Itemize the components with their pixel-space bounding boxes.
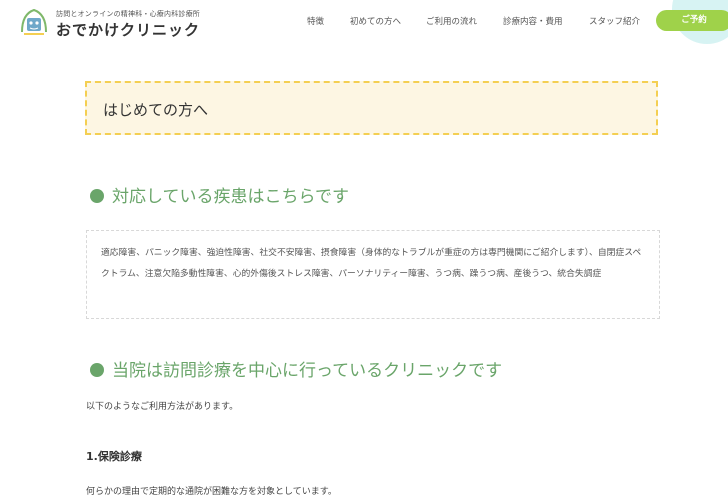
nav-item-staff[interactable]: スタッフ紹介 — [589, 15, 640, 27]
nav-item-features[interactable]: 特徴 — [307, 15, 324, 27]
section-heading-visiting: 当院は訪問診療を中心に行っているクリニックです — [90, 356, 502, 381]
page-title: はじめての方へ — [103, 101, 209, 119]
section-heading-text: 対応している疾患はこちらです — [112, 187, 349, 207]
section-heading-diseases: 対応している疾患はこちらです — [90, 182, 349, 207]
section-heading-text: 当院は訪問診療を中心に行っているクリニックです — [112, 361, 503, 381]
nav-item-first-time[interactable]: 初めての方へ — [350, 15, 401, 27]
disease-list-text: 適応障害、パニック障害、強迫性障害、社交不安障害、摂食障害（身体的なトラブルが重… — [101, 248, 642, 279]
reserve-button[interactable]: ご予約 — [656, 10, 728, 31]
main-nav: 特徴 初めての方へ ご利用の流れ 診療内容・費用 スタッフ紹介 — [0, 15, 728, 29]
nav-item-services-fees[interactable]: 診療内容・費用 — [503, 15, 563, 27]
page-title-box: はじめての方へ — [85, 81, 658, 135]
bullet-icon — [90, 189, 104, 203]
insurance-subheading: 1.保険診療 — [86, 450, 142, 463]
bullet-icon — [90, 363, 104, 377]
site-header: 訪問とオンラインの精神科・心療内科診療所 おでかけクリニック 特徴 初めての方へ… — [0, 0, 728, 44]
insurance-description: 何らかの理由で定期的な通院が困難な方を対象としています。 — [86, 487, 337, 497]
usage-intro-text: 以下のようなご利用方法があります。 — [86, 402, 239, 412]
disease-list-box: 適応障害、パニック障害、強迫性障害、社交不安障害、摂食障害（身体的なトラブルが重… — [86, 230, 660, 319]
nav-item-flow[interactable]: ご利用の流れ — [426, 15, 477, 27]
